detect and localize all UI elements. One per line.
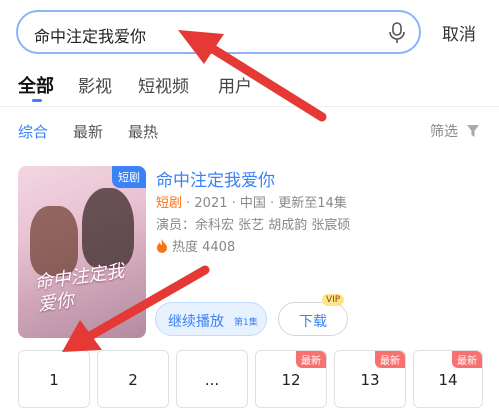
filter-hottest[interactable]: 最热 bbox=[128, 121, 158, 142]
cancel-button[interactable]: 取消 bbox=[442, 20, 476, 45]
latest-badge: 最新 bbox=[375, 351, 405, 368]
flame-icon bbox=[157, 239, 167, 253]
drama-poster[interactable]: 命中注定我爱你 短剧 bbox=[18, 166, 146, 338]
search-input[interactable]: 命中注定我爱你 bbox=[34, 23, 146, 47]
vip-badge: VIP bbox=[322, 294, 345, 306]
episode-button-more[interactable]: ... bbox=[176, 350, 248, 408]
tab-all[interactable]: 全部 bbox=[18, 72, 54, 98]
result-heat: 热度 4408 bbox=[156, 236, 235, 255]
episode-number: 13 bbox=[360, 371, 380, 389]
episode-number: 1 bbox=[49, 371, 59, 389]
funnel-icon[interactable] bbox=[466, 124, 480, 138]
episode-button-1[interactable]: 1 bbox=[18, 350, 90, 408]
filter-latest[interactable]: 最新 bbox=[73, 121, 103, 142]
episode-number: 2 bbox=[128, 371, 138, 389]
poster-actress-figure bbox=[30, 206, 78, 276]
episode-number: 12 bbox=[281, 371, 301, 389]
continue-episode-label: 第1集 bbox=[234, 318, 258, 328]
result-title[interactable]: 命中注定我爱你 bbox=[156, 166, 275, 191]
search-bar[interactable]: 命中注定我爱你 bbox=[16, 10, 421, 54]
filter-button[interactable]: 筛选 bbox=[430, 121, 458, 141]
latest-badge: 最新 bbox=[452, 351, 482, 368]
latest-badge: 最新 bbox=[296, 351, 326, 368]
filter-comprehensive[interactable]: 综合 bbox=[18, 121, 48, 142]
episode-button-14[interactable]: 最新 14 bbox=[413, 350, 483, 408]
continue-play-button[interactable]: 继续播放 第1集 bbox=[155, 302, 267, 336]
poster-actor-figure bbox=[82, 188, 134, 268]
microphone-icon[interactable] bbox=[387, 22, 407, 44]
continue-play-label: 继续播放 bbox=[168, 314, 224, 330]
tab-short-video[interactable]: 短视频 bbox=[138, 72, 189, 97]
episode-number: ... bbox=[204, 371, 220, 389]
result-type: 短剧 bbox=[156, 196, 183, 211]
episode-button-13[interactable]: 最新 13 bbox=[334, 350, 406, 408]
episode-button-12[interactable]: 最新 12 bbox=[255, 350, 327, 408]
short-drama-badge: 短剧 bbox=[112, 166, 146, 188]
tabs-divider bbox=[0, 106, 499, 107]
tab-active-indicator bbox=[32, 99, 42, 102]
heat-value: 热度 4408 bbox=[172, 240, 236, 255]
result-meta: 短剧 · 2021 · 中国 · 更新至14集 bbox=[156, 192, 347, 211]
episode-button-2[interactable]: 2 bbox=[97, 350, 169, 408]
download-button[interactable]: 下载 bbox=[278, 302, 348, 336]
tab-users[interactable]: 用户 bbox=[218, 72, 252, 97]
download-label: 下载 bbox=[299, 314, 327, 330]
result-meta-text: · 2021 · 中国 · 更新至14集 bbox=[182, 196, 347, 211]
tab-movies-tv[interactable]: 影视 bbox=[78, 72, 112, 97]
result-cast: 演员：余科宏 张艺 胡成韵 张宸硕 bbox=[156, 218, 351, 233]
episode-number: 14 bbox=[438, 371, 458, 389]
